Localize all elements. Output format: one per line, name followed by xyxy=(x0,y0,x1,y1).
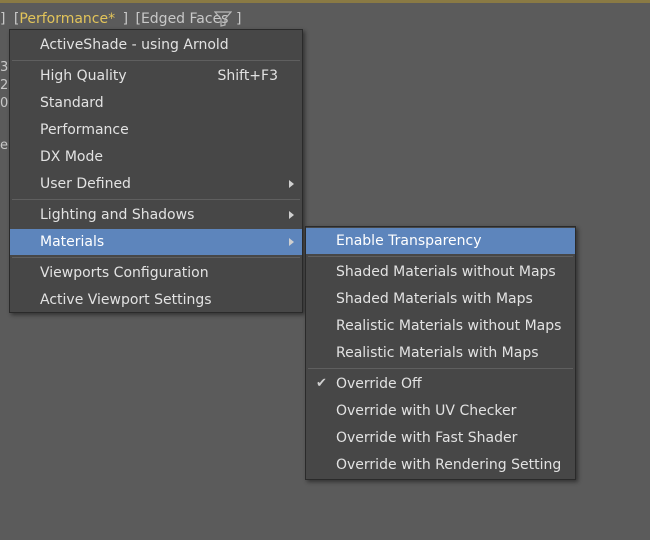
menu-item-override-off[interactable]: ✔ Override Off xyxy=(306,371,575,397)
menu-item-enable-transparency[interactable]: Enable Transparency xyxy=(306,228,575,254)
menu-item-override-rendering-setting[interactable]: Override with Rendering Setting xyxy=(306,452,575,478)
menu-item-label: Materials xyxy=(40,234,105,250)
viewport-label: ] [Performance* ] [Edged Faces ] xyxy=(0,9,241,29)
menu-item-realistic-without-maps[interactable]: Realistic Materials without Maps xyxy=(306,313,575,339)
menu-item-lighting-shadows[interactable]: Lighting and Shadows xyxy=(10,202,302,228)
menu-item-activeshade[interactable]: ActiveShade - using Arnold xyxy=(10,32,302,58)
menu-item-label: Override with Fast Shader xyxy=(336,430,518,446)
viewport-border xyxy=(0,0,650,3)
menu-separator xyxy=(12,257,300,258)
menu-item-label: Standard xyxy=(40,95,104,111)
menu-item-label: Shaded Materials without Maps xyxy=(336,264,556,280)
menu-separator xyxy=(308,368,573,369)
menu-item-label: Override with Rendering Setting xyxy=(336,457,562,473)
menu-item-label: High Quality xyxy=(40,68,127,84)
menu-item-label: Realistic Materials without Maps xyxy=(336,318,562,334)
menu-item-label: Enable Transparency xyxy=(336,233,482,249)
menu-separator xyxy=(12,60,300,61)
shading-mode-label[interactable]: Performance* xyxy=(19,9,115,29)
menu-item-label: ActiveShade - using Arnold xyxy=(40,37,229,53)
menu-separator xyxy=(308,256,573,257)
menu-item-high-quality[interactable]: High Quality Shift+F3 xyxy=(10,63,302,89)
materials-submenu: Enable Transparency Shaded Materials wit… xyxy=(305,226,576,480)
submenu-arrow-icon xyxy=(289,211,294,219)
menu-item-active-viewport-settings[interactable]: Active Viewport Settings xyxy=(10,287,302,313)
bracket: ] xyxy=(0,11,6,27)
menu-item-user-defined[interactable]: User Defined xyxy=(10,171,302,197)
menu-item-label: Realistic Materials with Maps xyxy=(336,345,539,361)
menu-item-realistic-with-maps[interactable]: Realistic Materials with Maps xyxy=(306,340,575,366)
menu-item-performance[interactable]: Performance xyxy=(10,117,302,143)
background-text: e xyxy=(0,138,8,153)
menu-item-shaded-without-maps[interactable]: Shaded Materials without Maps xyxy=(306,259,575,285)
submenu-arrow-icon xyxy=(289,238,294,246)
checkmark-icon: ✔ xyxy=(316,376,327,391)
menu-item-dx-mode[interactable]: DX Mode xyxy=(10,144,302,170)
menu-item-label: Override with UV Checker xyxy=(336,403,517,419)
menu-item-standard[interactable]: Standard xyxy=(10,90,302,116)
menu-item-shaded-with-maps[interactable]: Shaded Materials with Maps xyxy=(306,286,575,312)
submenu-arrow-icon xyxy=(289,180,294,188)
shortcut-label: Shift+F3 xyxy=(217,68,278,84)
menu-item-override-uv-checker[interactable]: Override with UV Checker xyxy=(306,398,575,424)
bracket: ] xyxy=(235,11,242,27)
menu-item-override-fast-shader[interactable]: Override with Fast Shader xyxy=(306,425,575,451)
viewport-shading-menu: ActiveShade - using Arnold High Quality … xyxy=(9,29,303,313)
bracket: ] xyxy=(122,11,129,27)
menu-item-label: Performance xyxy=(40,122,129,138)
menu-item-label: Override Off xyxy=(336,376,422,392)
menu-item-label: Lighting and Shadows xyxy=(40,207,195,223)
menu-item-label: Shaded Materials with Maps xyxy=(336,291,533,307)
menu-item-label: DX Mode xyxy=(40,149,103,165)
menu-item-label: Viewports Configuration xyxy=(40,265,209,281)
filter-icon[interactable] xyxy=(214,11,232,27)
menu-item-label: Active Viewport Settings xyxy=(40,292,212,308)
menu-item-label: User Defined xyxy=(40,176,131,192)
menu-separator xyxy=(12,199,300,200)
menu-item-viewports-configuration[interactable]: Viewports Configuration xyxy=(10,260,302,286)
menu-item-materials[interactable]: Materials xyxy=(10,229,302,255)
